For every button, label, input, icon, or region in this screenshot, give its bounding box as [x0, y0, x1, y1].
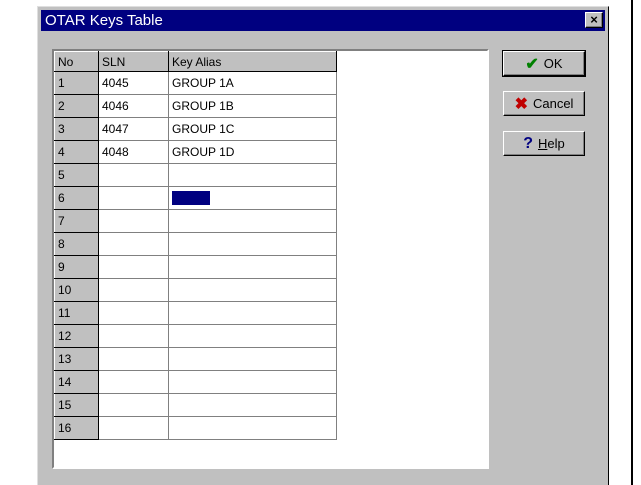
sln-cell[interactable] [98, 301, 169, 325]
key-alias-cell[interactable] [168, 324, 337, 348]
sln-cell[interactable] [98, 232, 169, 256]
table-row[interactable]: 3 4047 GROUP 1C [54, 117, 337, 141]
key-alias-cell[interactable] [168, 163, 337, 187]
sln-cell[interactable] [98, 163, 169, 187]
selected-cell-cursor[interactable] [172, 191, 210, 206]
row-number-cell[interactable]: 15 [54, 393, 99, 417]
help-button-label: elp [547, 136, 565, 151]
table-row[interactable]: 5 [54, 163, 337, 187]
row-number-cell[interactable]: 4 [54, 140, 99, 164]
sln-cell[interactable] [98, 416, 169, 440]
key-alias-cell[interactable] [168, 232, 337, 256]
key-alias-cell[interactable]: GROUP 1D [168, 140, 337, 164]
sln-cell[interactable] [98, 255, 169, 279]
row-number-cell[interactable]: 12 [54, 324, 99, 348]
row-number-cell[interactable]: 1 [54, 71, 99, 95]
ok-button-label: OK [543, 56, 563, 71]
keys-table: No SLN Key Alias 1 4045 GROUP 1A 2 4046 GROUP… [54, 51, 337, 440]
sln-cell[interactable] [98, 278, 169, 302]
table-row[interactable]: 12 [54, 324, 337, 348]
key-alias-cell[interactable] [168, 301, 337, 325]
key-alias-cell[interactable] [168, 278, 337, 302]
table-row[interactable]: 8 [54, 232, 337, 256]
row-number-cell[interactable]: 2 [54, 94, 99, 118]
sln-cell[interactable] [98, 186, 169, 210]
close-icon: × [590, 12, 598, 27]
sln-cell[interactable]: 4045 [98, 71, 169, 95]
table-row[interactable]: 4 4048 GROUP 1D [54, 140, 337, 164]
row-number-cell[interactable]: 9 [54, 255, 99, 279]
key-alias-cell[interactable]: GROUP 1A [168, 71, 337, 95]
sln-cell[interactable]: 4048 [98, 140, 169, 164]
key-alias-cell[interactable] [168, 370, 337, 394]
row-number-cell[interactable]: 13 [54, 347, 99, 371]
sln-cell[interactable]: 4046 [98, 94, 169, 118]
sln-cell[interactable] [98, 370, 169, 394]
row-number-cell[interactable]: 10 [54, 278, 99, 302]
table-row[interactable]: 2 4046 GROUP 1B [54, 94, 337, 118]
row-number-cell[interactable]: 3 [54, 117, 99, 141]
column-header-key-alias[interactable]: Key Alias [168, 51, 337, 72]
row-number-cell[interactable]: 16 [54, 416, 99, 440]
sln-cell[interactable] [98, 209, 169, 233]
cancel-button[interactable]: ✖ Cancel [503, 91, 585, 116]
key-alias-cell[interactable] [168, 347, 337, 371]
sln-cell[interactable] [98, 393, 169, 417]
close-button[interactable]: × [585, 12, 603, 28]
row-number-cell[interactable]: 7 [54, 209, 99, 233]
table-row[interactable]: 14 [54, 370, 337, 394]
row-number-cell[interactable]: 11 [54, 301, 99, 325]
sln-cell[interactable]: 4047 [98, 117, 169, 141]
ok-button[interactable]: ✔ OK [502, 50, 586, 77]
key-alias-cell[interactable] [168, 255, 337, 279]
table-row[interactable]: 16 [54, 416, 337, 440]
header-row: No SLN Key Alias [54, 51, 337, 72]
table-row[interactable]: 13 [54, 347, 337, 371]
sln-cell[interactable] [98, 324, 169, 348]
table-row[interactable]: 11 [54, 301, 337, 325]
key-alias-cell[interactable] [168, 209, 337, 233]
table-row[interactable]: 1 4045 GROUP 1A [54, 71, 337, 95]
key-alias-cell[interactable]: GROUP 1C [168, 117, 337, 141]
row-number-cell[interactable]: 6 [54, 186, 99, 210]
otar-keys-dialog: OTAR Keys Table × No SLN Key Alias 1 4045… [37, 6, 609, 485]
key-alias-cell[interactable] [168, 416, 337, 440]
column-header-no[interactable]: No [54, 51, 99, 72]
row-number-cell[interactable]: 8 [54, 232, 99, 256]
sln-cell[interactable] [98, 347, 169, 371]
table-row[interactable]: 7 [54, 209, 337, 233]
help-button[interactable]: ? Help [503, 131, 585, 156]
title-bar[interactable]: OTAR Keys Table × [41, 10, 605, 31]
x-icon: ✖ [514, 95, 528, 113]
key-alias-cell[interactable]: GROUP 1B [168, 94, 337, 118]
column-header-sln[interactable]: SLN [98, 51, 169, 72]
dialog-title: OTAR Keys Table [45, 12, 163, 29]
table-row[interactable]: 6 [54, 186, 337, 210]
question-icon: ? [523, 134, 534, 152]
table-row[interactable]: 15 [54, 393, 337, 417]
table-row[interactable]: 9 [54, 255, 337, 279]
table-row[interactable]: 10 [54, 278, 337, 302]
row-number-cell[interactable]: 5 [54, 163, 99, 187]
checkmark-icon: ✔ [525, 55, 539, 73]
key-alias-cell[interactable] [168, 393, 337, 417]
key-alias-cell[interactable] [168, 186, 337, 210]
cancel-button-label: Cancel [532, 96, 574, 111]
row-number-cell[interactable]: 14 [54, 370, 99, 394]
keys-grid[interactable]: No SLN Key Alias 1 4045 GROUP 1A 2 4046 GROUP… [52, 49, 489, 469]
help-button-accel: H [538, 136, 548, 151]
